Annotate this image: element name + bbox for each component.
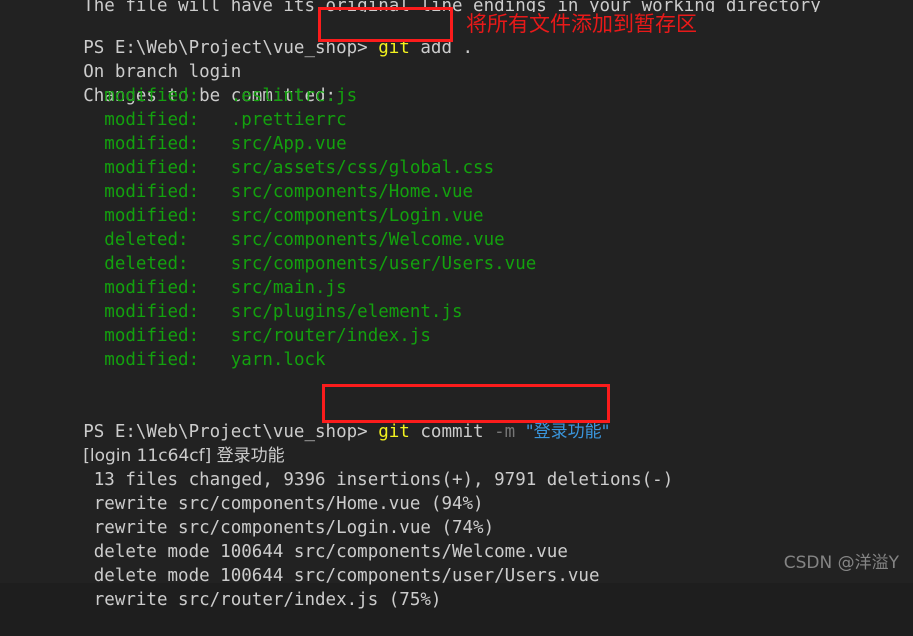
- scrollback-partial-text: The file will have its original line end…: [83, 0, 821, 12]
- staged-gap: [199, 278, 231, 298]
- staged-status: modified:: [104, 86, 200, 106]
- prompt-git-commit: PS E:\Web\Project\vue_shop>: [83, 422, 379, 442]
- staged-gap: [199, 302, 231, 322]
- staged-gap: [199, 158, 231, 178]
- staged-path: src/components/user/Users.vue: [230, 254, 537, 274]
- staged-gap: [189, 230, 231, 250]
- scrollback-partial-line: The file will have its original line end…: [20, 0, 913, 12]
- terminal-output: The file will have its original line end…: [0, 0, 913, 610]
- staged-indent: [20, 182, 104, 202]
- staged-gap: [199, 326, 231, 346]
- commit-detail-text: rewrite src/components/Home.vue (94%): [83, 494, 484, 514]
- staged-gap: [199, 182, 231, 202]
- staged-path: src/main.js: [230, 278, 347, 298]
- git-commit-space: [515, 422, 526, 442]
- staged-indent: [20, 302, 104, 322]
- staged-file-row: modified: src/plugins/element.js: [20, 300, 913, 324]
- staged-file-row: modified: src/router/index.js: [20, 324, 913, 348]
- staged-gap: [199, 134, 231, 154]
- branch-line-text: On branch login: [83, 62, 242, 82]
- commit-detail-text: delete mode 100644 src/components/user/U…: [83, 566, 600, 586]
- staged-file-row: modified: .eslintrc.js: [20, 84, 913, 108]
- staged-file-row: modified: src/components/Home.vue: [20, 180, 913, 204]
- git-commit-message: "登录功能": [525, 422, 610, 442]
- staged-status: modified:: [104, 158, 200, 178]
- git-commit-flag: -m: [494, 422, 516, 442]
- staged-indent: [20, 230, 104, 250]
- staged-status: modified:: [104, 182, 200, 202]
- staged-file-row: modified: src/App.vue: [20, 132, 913, 156]
- staged-status: modified:: [104, 110, 200, 130]
- git-keyword-commit: git: [378, 422, 410, 442]
- staged-path: yarn.lock: [230, 350, 326, 370]
- git-add-args: add .: [409, 38, 474, 58]
- staged-status: modified:: [104, 278, 200, 298]
- staged-file-row: modified: src/assets/css/global.css: [20, 156, 913, 180]
- commit-detail-text: rewrite src/router/index.js (75%): [83, 590, 442, 610]
- staged-gap: [199, 86, 231, 106]
- staged-status: deleted:: [104, 254, 189, 274]
- staged-path: src/components/Home.vue: [230, 182, 474, 202]
- commit-detail-text: rewrite src/components/Login.vue (74%): [83, 518, 495, 538]
- command-line-git-commit[interactable]: PS E:\Web\Project\vue_shop> git commit -…: [20, 396, 913, 442]
- staged-indent: [20, 254, 104, 274]
- staged-status: modified:: [104, 206, 200, 226]
- staged-indent: [20, 86, 104, 106]
- staged-file-row: modified: .prettierrc: [20, 108, 913, 132]
- staged-path: src/assets/css/global.css: [230, 158, 495, 178]
- staged-status: modified:: [104, 134, 200, 154]
- staged-file-row: deleted: src/components/Welcome.vue: [20, 228, 913, 252]
- prompt-git-add: PS E:\Web\Project\vue_shop>: [83, 38, 379, 58]
- annotation-git-add: 将所有文件添加到暂存区: [466, 12, 697, 36]
- staged-path: src/plugins/element.js: [230, 302, 463, 322]
- csdn-watermark: CSDN @洋溢Y: [783, 553, 899, 573]
- staged-gap: [199, 350, 231, 370]
- staged-path: src/App.vue: [230, 134, 347, 154]
- staged-gap: [199, 206, 231, 226]
- terminal-window[interactable]: The file will have its original line end…: [0, 0, 913, 610]
- commit-detail-text: delete mode 100644 src/components/Welcom…: [83, 542, 568, 562]
- staged-gap: [189, 254, 231, 274]
- staged-path: .eslintrc.js: [230, 86, 358, 106]
- staged-indent: [20, 206, 104, 226]
- staged-status: modified:: [104, 302, 200, 322]
- staged-path: src/components/Welcome.vue: [230, 230, 505, 250]
- staged-indent: [20, 278, 104, 298]
- staged-status: deleted:: [104, 230, 189, 250]
- staged-gap: [199, 110, 231, 130]
- staged-file-row: modified: src/components/Login.vue: [20, 204, 913, 228]
- staged-indent: [20, 326, 104, 346]
- staged-indent: [20, 158, 104, 178]
- commit-ref-text: [login 11c64cf] 登录功能: [83, 446, 285, 466]
- staged-path: src/components/Login.vue: [230, 206, 484, 226]
- staged-path: src/router/index.js: [230, 326, 431, 346]
- staged-file-row: modified: src/main.js: [20, 276, 913, 300]
- staged-status: modified:: [104, 350, 200, 370]
- commit-stat-text: 13 files changed, 9396 insertions(+), 97…: [83, 470, 674, 490]
- git-commit-subcommand: commit: [409, 422, 495, 442]
- staged-status: modified:: [104, 326, 200, 346]
- git-keyword-add: git: [378, 38, 410, 58]
- staged-file-row: modified: yarn.lock: [20, 348, 913, 372]
- staged-indent: [20, 110, 104, 130]
- staged-file-row: deleted: src/components/user/Users.vue: [20, 252, 913, 276]
- staged-indent: [20, 134, 104, 154]
- staged-indent: [20, 350, 104, 370]
- staged-path: .prettierrc: [230, 110, 347, 130]
